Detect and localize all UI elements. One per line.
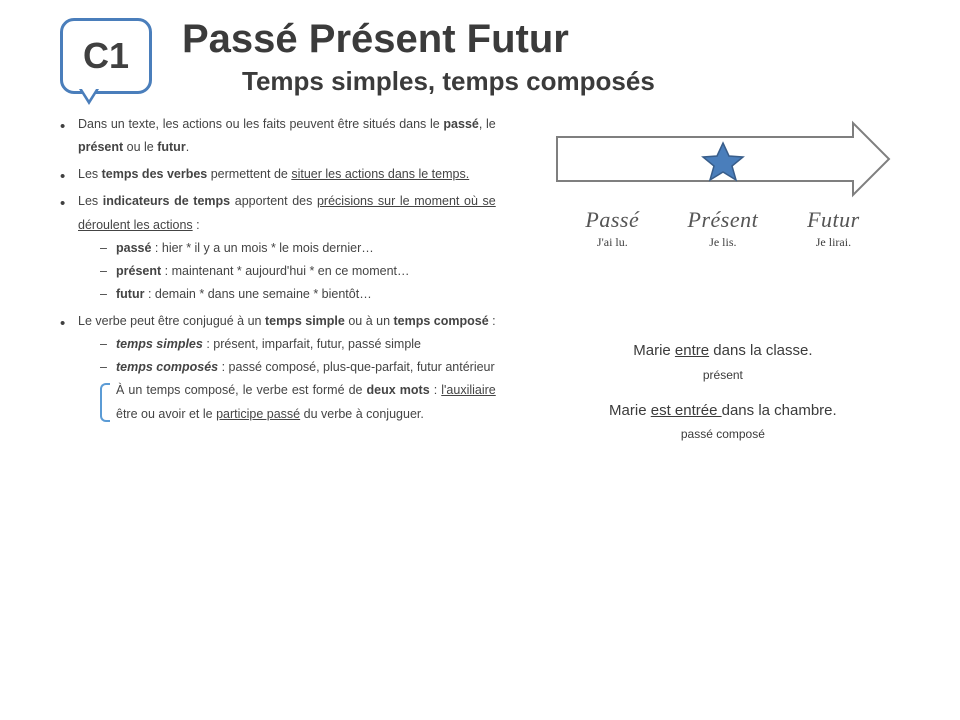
text: deux mots bbox=[367, 383, 430, 397]
text: Les bbox=[78, 167, 102, 181]
text: temps composé bbox=[394, 314, 489, 328]
content: Dans un texte, les actions ou les faits … bbox=[0, 103, 960, 479]
level-badge: C1 bbox=[60, 18, 152, 94]
examples: Marie entre dans la classe. présent Mari… bbox=[526, 340, 920, 443]
timeline-labels: Passé J'ai lu. Présent Je lis. Futur Je … bbox=[558, 207, 888, 250]
text: : passé composé, plus-que-parfait, futur… bbox=[218, 360, 495, 374]
text: l'auxiliaire bbox=[441, 383, 496, 397]
text: : maintenant * aujourd'hui * en ce momen… bbox=[161, 264, 409, 278]
text: passé bbox=[116, 241, 151, 255]
text: indicateurs de temps bbox=[103, 194, 230, 208]
timeline-col-present: Présent Je lis. bbox=[668, 207, 777, 250]
text: temps simple bbox=[265, 314, 345, 328]
timeline-sub: Je lirai. bbox=[779, 235, 888, 250]
bullet-2: Les temps des verbes permettent de situe… bbox=[60, 163, 496, 186]
timeline-arrow bbox=[553, 119, 893, 199]
text: : hier * il y a un mois * le mois dernie… bbox=[151, 241, 373, 255]
timeline-head: Futur bbox=[779, 207, 888, 233]
text: du verbe à conjuguer. bbox=[300, 407, 424, 421]
text: : bbox=[489, 314, 496, 328]
text: . bbox=[186, 140, 189, 154]
text: apportent des bbox=[230, 194, 317, 208]
timeline-head: Passé bbox=[558, 207, 667, 233]
text: être ou avoir et le bbox=[116, 407, 216, 421]
text: ou à un bbox=[345, 314, 394, 328]
text: ou le bbox=[123, 140, 157, 154]
text: futur bbox=[116, 287, 144, 301]
example-line-1: Marie entre dans la classe. bbox=[526, 340, 920, 363]
text: Dans un texte, les actions ou les faits … bbox=[78, 117, 443, 131]
titles: Passé Présent Futur Temps simples, temps… bbox=[182, 18, 920, 97]
bullet-3: Les indicateurs de temps apportent des p… bbox=[60, 190, 496, 306]
bullet-1: Dans un texte, les actions ou les faits … bbox=[60, 113, 496, 159]
text: Marie bbox=[609, 402, 651, 419]
text: futur bbox=[157, 140, 185, 154]
example-tag-2: passé composé bbox=[526, 425, 920, 443]
text: Le verbe peut être conjugué à un bbox=[78, 314, 265, 328]
sub-bullet: présent : maintenant * aujourd'hui * en … bbox=[100, 260, 496, 283]
left-column: Dans un texte, les actions ou les faits … bbox=[60, 113, 496, 459]
text: est entrée bbox=[651, 402, 722, 419]
text: situer les actions dans le temps. bbox=[291, 167, 469, 181]
text: À un temps composé, le verbe est formé d… bbox=[116, 383, 367, 397]
example-line-2: Marie est entrée dans la chambre. bbox=[526, 400, 920, 423]
timeline-col-futur: Futur Je lirai. bbox=[779, 207, 888, 250]
text: passé bbox=[443, 117, 478, 131]
text: , le bbox=[479, 117, 496, 131]
text: dans la classe. bbox=[709, 342, 812, 359]
page-title: Passé Présent Futur bbox=[182, 18, 920, 60]
text: dans la chambre. bbox=[722, 402, 837, 419]
timeline-sub: J'ai lu. bbox=[558, 235, 667, 250]
text: Les bbox=[78, 194, 103, 208]
text: Marie bbox=[633, 342, 675, 359]
text: temps des verbes bbox=[102, 167, 208, 181]
text: : bbox=[430, 383, 442, 397]
text: temps simples bbox=[116, 337, 203, 351]
example-tag-1: présent bbox=[526, 366, 920, 384]
text: permettent de bbox=[207, 167, 291, 181]
text: présent bbox=[78, 140, 123, 154]
brace-icon bbox=[100, 383, 110, 421]
text: participe passé bbox=[216, 407, 300, 421]
text: : présent, imparfait, futur, passé simpl… bbox=[203, 337, 421, 351]
timeline-head: Présent bbox=[668, 207, 777, 233]
text: temps composés bbox=[116, 360, 218, 374]
timeline-col-passe: Passé J'ai lu. bbox=[558, 207, 667, 250]
sub-bullet: futur : demain * dans une semaine * bien… bbox=[100, 283, 496, 306]
sub-bullet: temps composés : passé composé, plus-que… bbox=[100, 356, 496, 379]
text: : bbox=[193, 218, 200, 232]
sub-bullet: temps simples : présent, imparfait, futu… bbox=[100, 333, 496, 356]
page-subtitle: Temps simples, temps composés bbox=[242, 66, 920, 97]
note-block: À un temps composé, le verbe est formé d… bbox=[116, 379, 496, 425]
sub-bullet: passé : hier * il y a un mois * le mois … bbox=[100, 237, 496, 260]
text: entre bbox=[675, 342, 709, 359]
bullet-4: Le verbe peut être conjugué à un temps s… bbox=[60, 310, 496, 426]
text: présent bbox=[116, 264, 161, 278]
right-column: Passé J'ai lu. Présent Je lis. Futur Je … bbox=[526, 113, 920, 459]
timeline-sub: Je lis. bbox=[668, 235, 777, 250]
text: : demain * dans une semaine * bientôt… bbox=[144, 287, 371, 301]
header: C1 Passé Présent Futur Temps simples, te… bbox=[0, 0, 960, 103]
